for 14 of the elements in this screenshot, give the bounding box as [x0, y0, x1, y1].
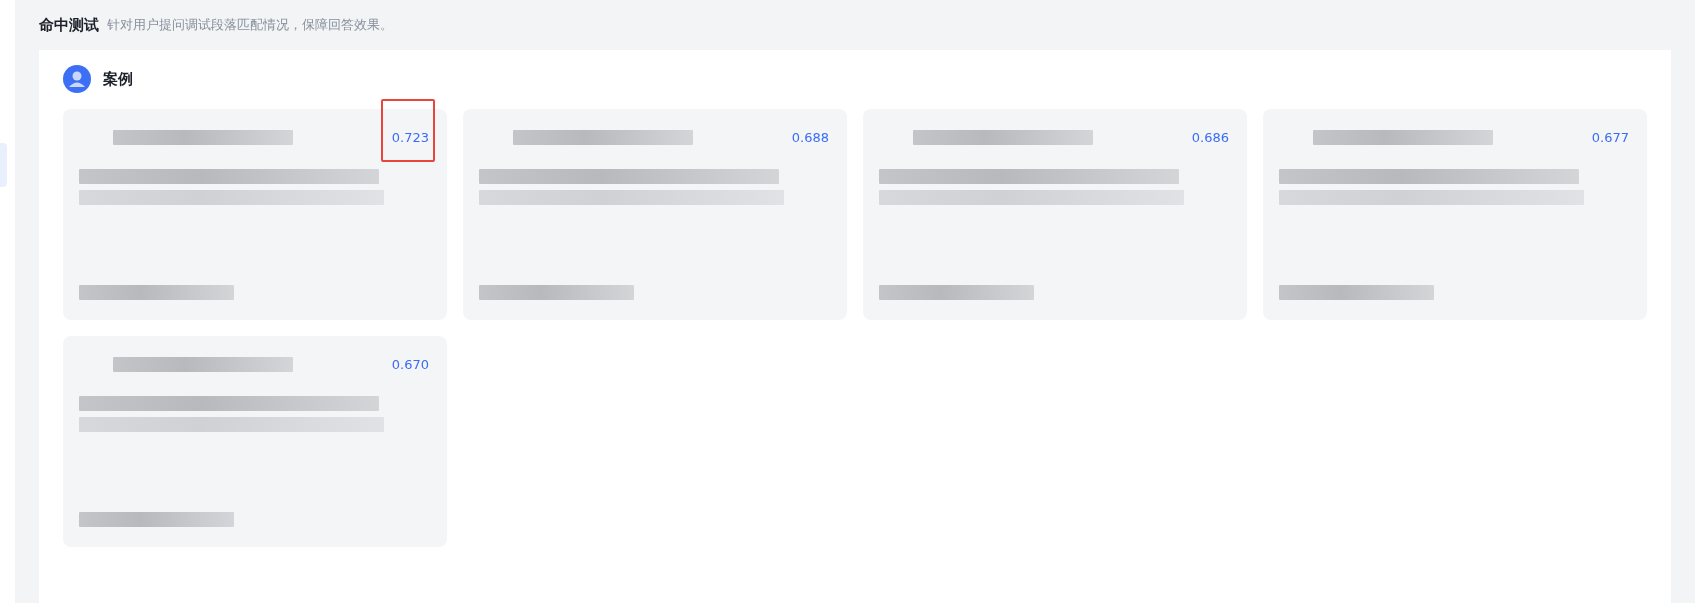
score: 0.686	[1191, 129, 1230, 145]
score: 0.677	[1591, 129, 1630, 145]
user-avatar-icon	[63, 65, 91, 93]
section-title: 案例	[103, 69, 133, 89]
result-card[interactable]: 0.677	[1263, 109, 1647, 320]
result-card[interactable]: 0.686	[863, 109, 1247, 320]
page-description: 针对用户提问调试段落匹配情况，保障回答效果。	[107, 16, 393, 34]
score: 0.723	[391, 129, 430, 145]
result-card[interactable]: 0.723	[63, 109, 447, 320]
page-title: 命中测试	[39, 15, 99, 35]
result-card[interactable]: 0.688	[463, 109, 847, 320]
result-card[interactable]: 0.670	[63, 336, 447, 547]
score: 0.688	[791, 129, 830, 145]
score: 0.670	[391, 356, 430, 372]
